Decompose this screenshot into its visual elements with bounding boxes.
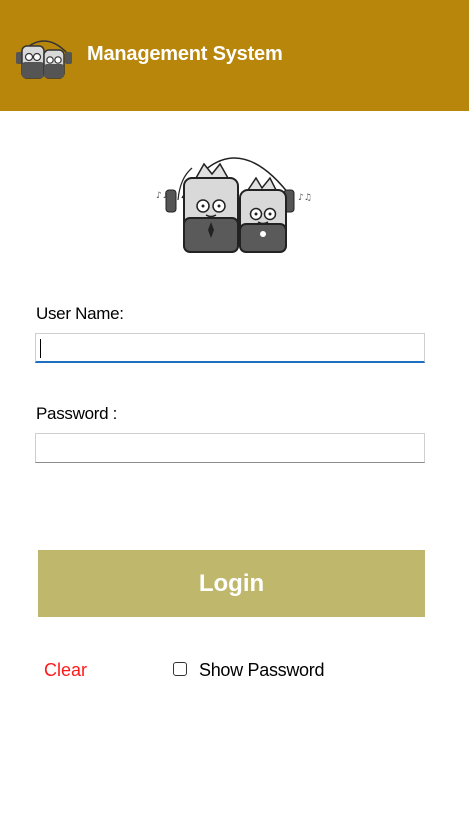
svg-text:♪♫: ♪♫: [298, 193, 312, 203]
app-title: Management System: [87, 43, 283, 65]
password-input[interactable]: [35, 433, 425, 463]
app-header: Management System: [0, 0, 469, 111]
show-password-checkbox[interactable]: [173, 662, 187, 676]
text-caret: [40, 339, 41, 358]
robots-logo-icon: ♪♫ ♪♫: [156, 157, 312, 253]
username-label: User Name:: [36, 304, 124, 323]
robots-logo-icon: [16, 40, 72, 79]
username-input[interactable]: [35, 333, 425, 363]
login-button[interactable]: Login: [38, 550, 425, 617]
show-password-label: Show Password: [199, 660, 325, 680]
svg-text:♪♫: ♪♫: [156, 191, 170, 201]
clear-link[interactable]: Clear: [44, 660, 87, 681]
password-label: Password :: [36, 404, 118, 423]
